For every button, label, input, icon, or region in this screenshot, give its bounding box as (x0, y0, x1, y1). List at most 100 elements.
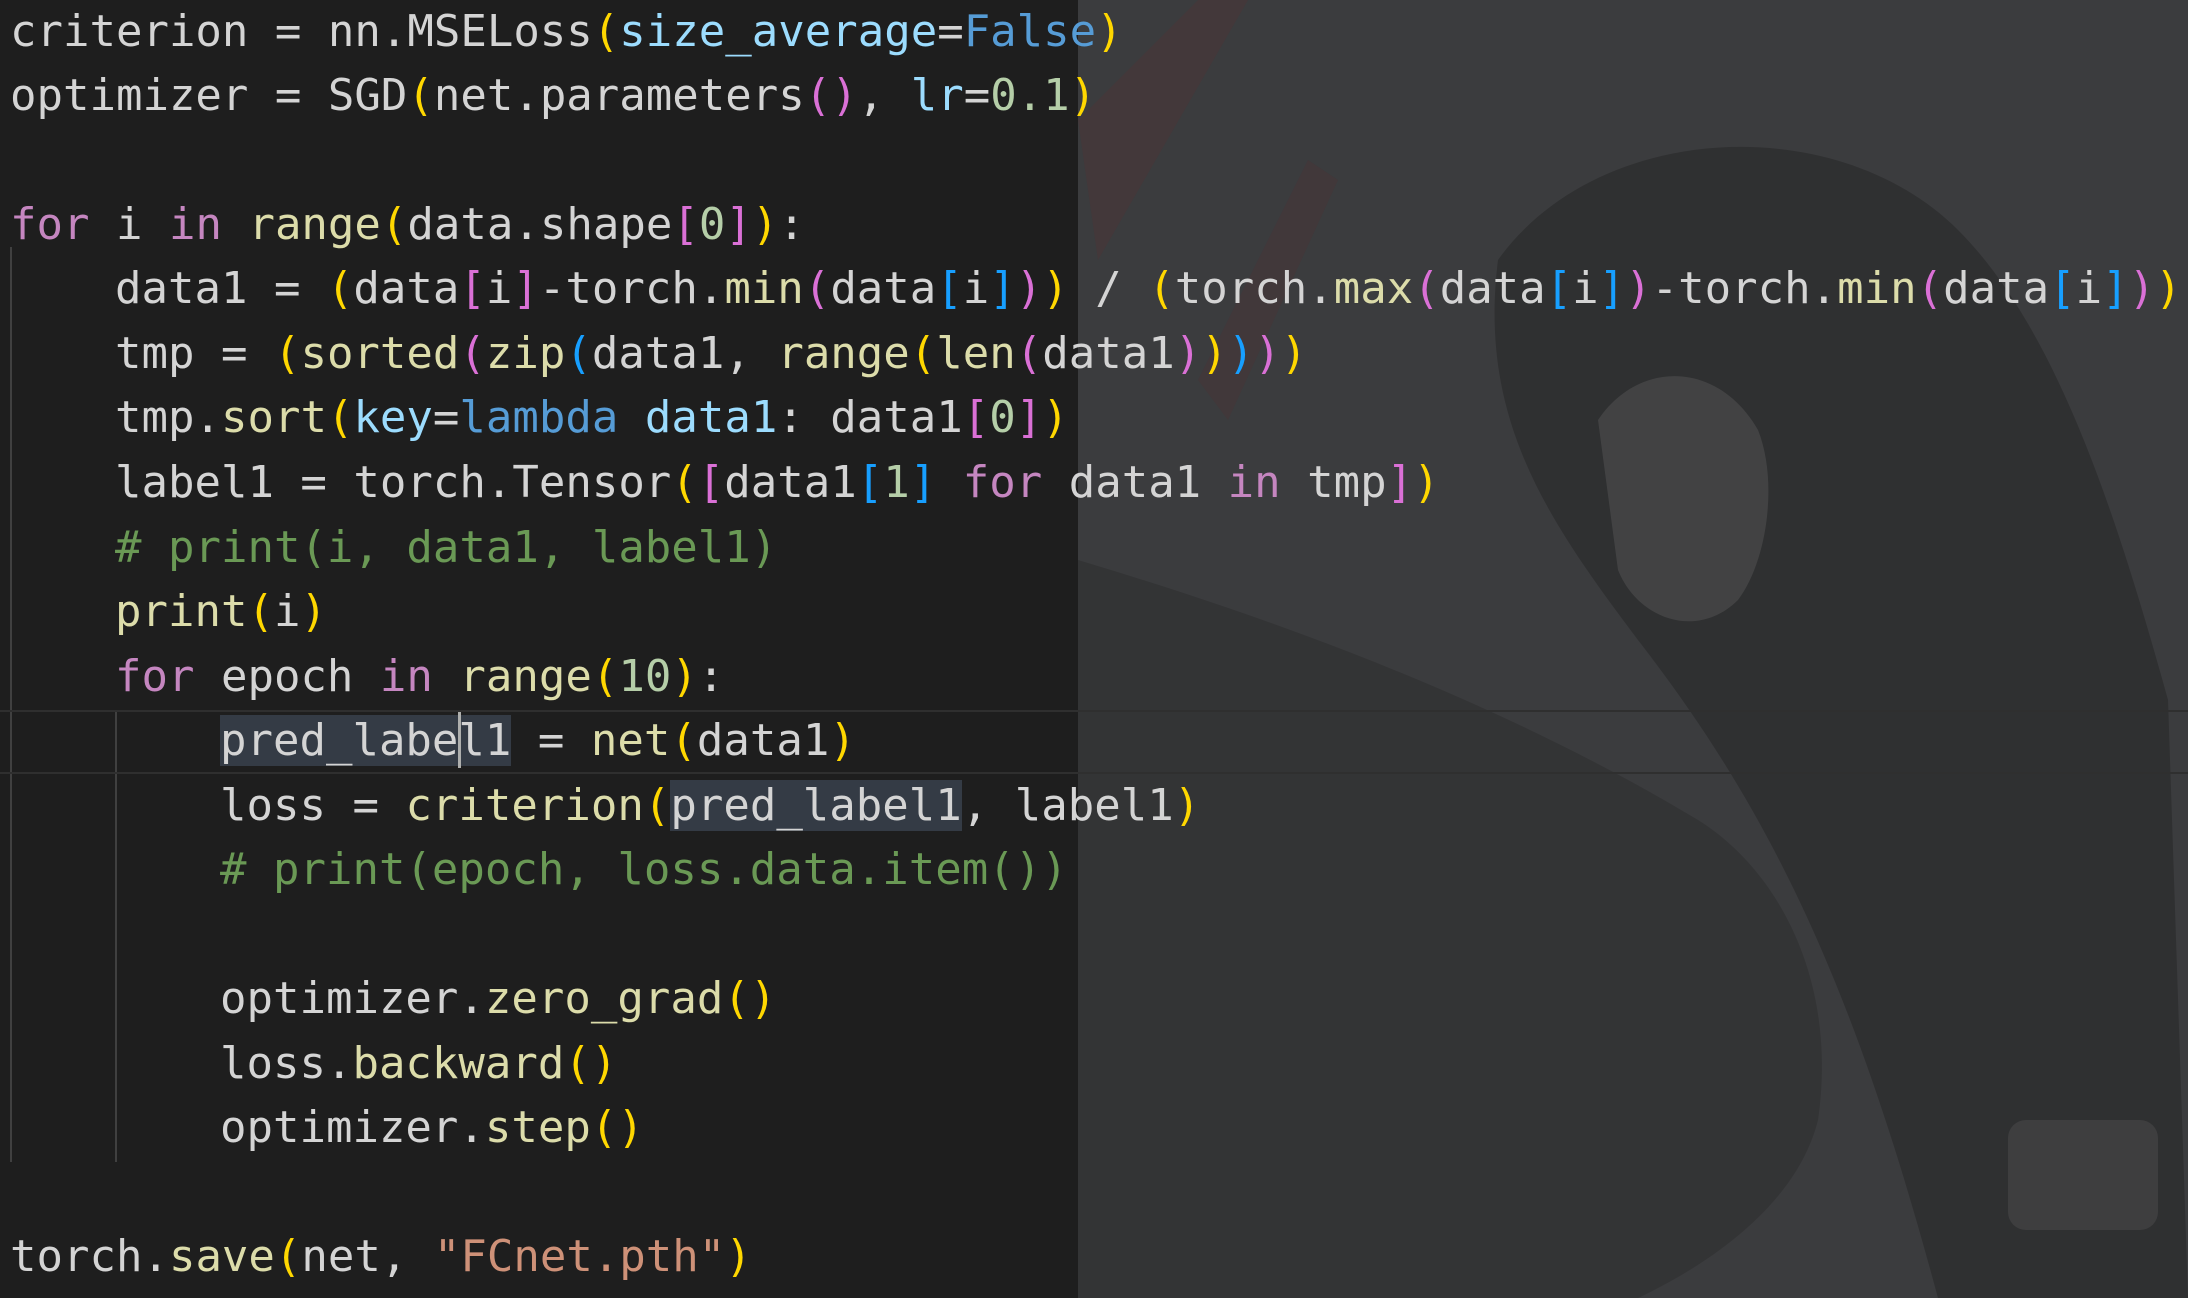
token-text: label1 = torch.Tensor (115, 457, 672, 508)
token-bracket: ( (326, 263, 354, 314)
token-text: , label1 (961, 780, 1174, 831)
token-text: -torch. (538, 263, 725, 314)
token-function: sort (220, 392, 327, 443)
token-bracket: ] (725, 199, 752, 250)
token-number: 0 (698, 199, 726, 250)
token-text: epoch (194, 651, 380, 702)
token-keyword: for (962, 457, 1043, 508)
token-text: loss = (220, 780, 406, 831)
token-text: loss. (220, 1038, 353, 1089)
token-text: tmp (1280, 457, 1387, 508)
token-text: : data1 (777, 392, 963, 443)
token-bracket: ) (1096, 6, 1123, 57)
token-text: i (273, 586, 301, 637)
token-function: print (115, 586, 248, 637)
token-keyword: in (1227, 457, 1281, 508)
code-line-14-comment[interactable]: # print(epoch, loss.data.item()) (220, 838, 1068, 902)
token-function: max (1333, 263, 1414, 314)
token-bracket: ( (909, 328, 937, 379)
token-bracket: ( (326, 392, 354, 443)
token-highlighted-variable: pred_label1 (670, 780, 962, 831)
token-text: i (1572, 263, 1599, 314)
token-function: zero_grad (484, 973, 724, 1024)
token-number: 0.1 (990, 70, 1070, 121)
code-line-2[interactable]: optimizer = SGD(net.parameters(), lr=0.1… (10, 64, 1096, 128)
token-operator: / (1068, 263, 1149, 314)
token-bracket: ) (2128, 263, 2156, 314)
token-parameter: key (353, 392, 433, 443)
token-bracket: ) (725, 1231, 752, 1282)
code-line-1[interactable]: criterion = nn.MSELoss(size_average=Fals… (10, 0, 1123, 64)
token-text: i (89, 199, 169, 250)
token-bracket: ) (1173, 780, 1201, 831)
code-line-9-comment[interactable]: # print(i, data1, label1) (115, 516, 777, 580)
token-keyword-lambda: lambda (459, 392, 619, 443)
token-highlighted-variable: pred_label1 (220, 715, 512, 766)
token-keyword: for (10, 199, 90, 250)
token-bracket: ( (670, 715, 697, 766)
code-line-6[interactable]: tmp = (sorted(zip(data1, range(len(data1… (115, 322, 1307, 386)
token-bracket: [ (672, 199, 699, 250)
token-text: : (778, 199, 805, 250)
code-line-17[interactable]: loss.backward() (220, 1032, 617, 1096)
token-parameter: lr (910, 70, 964, 121)
code-line-7[interactable]: tmp.sort(key=lambda data1: data1[0]) (115, 386, 1069, 450)
token-bracket: ) (300, 586, 327, 637)
token-bracket: ) (1174, 328, 1202, 379)
code-editor[interactable]: criterion = nn.MSELoss(size_average=Fals… (0, 0, 2188, 1298)
token-bracket: [ (1545, 263, 1573, 314)
code-line-12[interactable]: pred_label1 = net(data1) (220, 709, 856, 773)
token-bracket: ) (1042, 263, 1069, 314)
code-area[interactable]: criterion = nn.MSELoss(size_average=Fals… (0, 0, 2188, 1298)
token-function: min (724, 263, 804, 314)
token-bracket: ] (1598, 263, 1626, 314)
code-line-4[interactable]: for i in range(data.shape[0]): (10, 193, 805, 257)
code-line-8[interactable]: label1 = torch.Tensor([data1[1] for data… (115, 451, 1440, 515)
token-bracket: ( (671, 457, 698, 508)
code-line-20[interactable]: torch.save(net, "FCnet.pth") (10, 1225, 752, 1289)
token-text: data (353, 263, 460, 314)
text-cursor (458, 712, 461, 768)
token-function: zip (485, 328, 566, 379)
token-text: data1 (696, 715, 830, 766)
token-number: 0 (989, 392, 1016, 443)
token-operator: = (937, 6, 964, 57)
code-line-16[interactable]: optimizer.zero_grad() (220, 967, 776, 1031)
token-function: min (1837, 263, 1917, 314)
token-text: optimizer. (220, 1102, 485, 1153)
token-bracket: [ (856, 457, 884, 508)
token-text: i (2075, 263, 2103, 314)
code-line-11[interactable]: for epoch in range(10): (115, 645, 724, 709)
token-bracket: ) (1042, 392, 1069, 443)
code-line-18[interactable]: optimizer.step() (220, 1096, 644, 1160)
token-comment: # print(epoch, loss.data.item()) (220, 844, 1068, 895)
token-bracket: ( (1015, 328, 1043, 379)
token-text: , (857, 70, 911, 121)
token-bracket: ( (591, 651, 619, 702)
token-parameter: size_average (619, 6, 938, 57)
code-line-5[interactable]: data1 = (data[i]-torch.min(data[i])) / (… (115, 257, 2182, 321)
token-text: net, (301, 1231, 434, 1282)
token-text: torch. (1174, 263, 1334, 314)
token-text: i (962, 263, 990, 314)
code-line-10[interactable]: print(i) (115, 580, 327, 644)
token-text: torch. (10, 1231, 169, 1282)
token-text: data (1943, 263, 2050, 314)
token-function: backward (352, 1038, 565, 1089)
token-text: data (830, 263, 937, 314)
token-bracket: [ (697, 457, 725, 508)
token-text: data.shape (407, 199, 673, 250)
token-text: criterion = nn.MSELoss (10, 6, 593, 57)
token-parameter: data1 (644, 392, 778, 443)
code-line-13[interactable]: loss = criterion(pred_label1, label1) (220, 774, 1200, 838)
token-text: -torch. (1651, 263, 1838, 314)
token-bracket: ] (909, 457, 937, 508)
token-bracket: ( (803, 263, 831, 314)
token-bracket: ] (1015, 392, 1043, 443)
token-bracket: ( (247, 586, 274, 637)
token-function: criterion (405, 780, 644, 831)
token-bracket: ) (1280, 328, 1308, 379)
token-bracket: [ (962, 392, 990, 443)
